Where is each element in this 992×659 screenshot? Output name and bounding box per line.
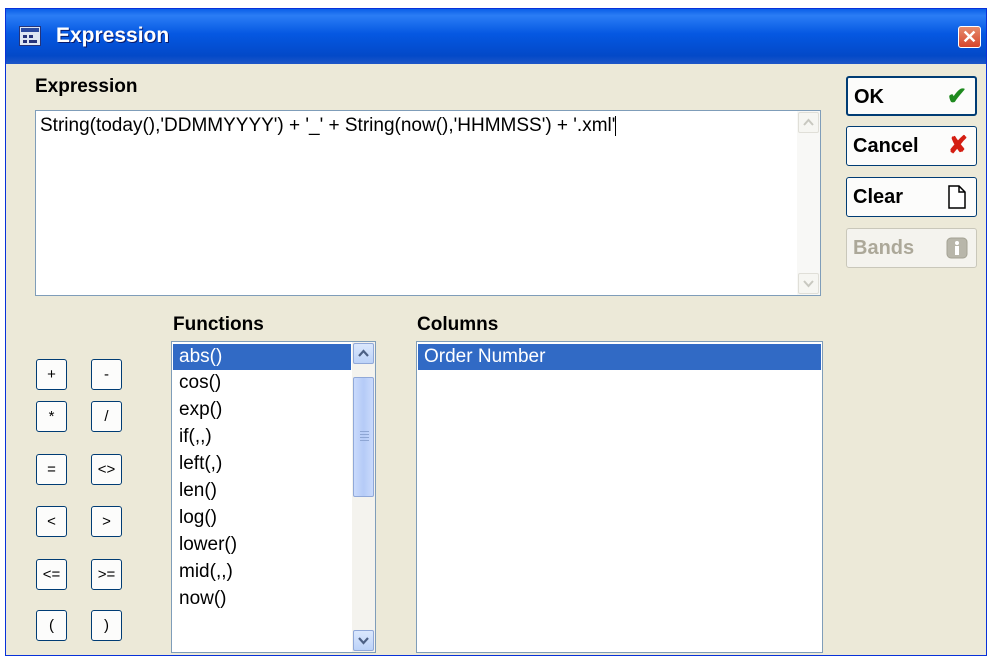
minus-button[interactable]: -: [91, 359, 122, 390]
divide-button[interactable]: /: [91, 401, 122, 432]
list-item[interactable]: now(): [173, 586, 351, 612]
clear-label: Clear: [853, 186, 904, 208]
functions-label: Functions: [173, 314, 264, 335]
list-item[interactable]: abs(): [173, 344, 351, 370]
scroll-thumb[interactable]: [353, 377, 374, 497]
clear-button[interactable]: Clear: [846, 177, 977, 217]
blank-page-icon: [948, 185, 966, 209]
expression-dialog: Expression ✕ Expression String(today(),'…: [5, 8, 987, 656]
info-icon: [946, 237, 968, 259]
functions-list[interactable]: abs() cos() exp() if(,,) left(,) len() l…: [171, 341, 376, 653]
chevron-up-icon: [803, 118, 814, 126]
open-paren-button[interactable]: (: [36, 610, 67, 641]
cancel-label: Cancel: [853, 135, 919, 157]
cancel-button[interactable]: Cancel ✘: [846, 126, 977, 166]
title-bar[interactable]: Expression ✕: [6, 9, 986, 64]
list-item[interactable]: Order Number: [418, 344, 821, 370]
scroll-down-button[interactable]: [798, 273, 819, 294]
list-item[interactable]: exp(): [173, 397, 351, 423]
expression-label: Expression: [35, 76, 138, 97]
table-icon: [19, 26, 41, 46]
list-item[interactable]: log(): [173, 505, 351, 531]
close-paren-button[interactable]: ): [91, 610, 122, 641]
close-button[interactable]: ✕: [958, 26, 981, 48]
x-icon: ✘: [947, 132, 968, 159]
scroll-up-button[interactable]: [353, 343, 374, 364]
list-item[interactable]: len(): [173, 478, 351, 504]
list-item[interactable]: left(,): [173, 451, 351, 477]
list-item[interactable]: cos(): [173, 370, 351, 396]
bands-button[interactable]: Bands: [846, 228, 977, 268]
greater-than-button[interactable]: >: [91, 506, 122, 537]
scroll-up-button[interactable]: [798, 112, 819, 133]
close-icon: ✕: [961, 27, 978, 47]
chevron-down-icon: [803, 280, 814, 288]
expression-scrollbar[interactable]: [797, 111, 820, 295]
checkmark-icon: ✔: [946, 83, 967, 110]
greater-equal-button[interactable]: >=: [91, 559, 122, 590]
list-item[interactable]: if(,,): [173, 424, 351, 450]
less-than-button[interactable]: <: [36, 506, 67, 537]
window-title: Expression: [56, 24, 170, 47]
expression-textarea[interactable]: String(today(),'DDMMYYYY') + '_' + Strin…: [35, 110, 821, 296]
list-item[interactable]: lower(): [173, 532, 351, 558]
list-item[interactable]: mid(,,): [173, 559, 351, 585]
less-equal-button[interactable]: <=: [36, 559, 67, 590]
scroll-down-button[interactable]: [353, 630, 374, 651]
equals-button[interactable]: =: [36, 454, 67, 485]
chevron-down-icon: [358, 637, 369, 645]
functions-scrollbar[interactable]: [352, 342, 375, 652]
columns-label: Columns: [417, 314, 499, 335]
expression-text: String(today(),'DDMMYYYY') + '_' + Strin…: [40, 115, 616, 136]
ok-button[interactable]: OK ✔: [846, 76, 977, 116]
plus-button[interactable]: +: [36, 359, 67, 390]
bands-label: Bands: [853, 237, 915, 259]
chevron-up-icon: [358, 349, 369, 357]
multiply-button[interactable]: *: [36, 401, 67, 432]
columns-list[interactable]: Order Number: [416, 341, 823, 653]
ok-label: OK: [854, 86, 884, 108]
not-equal-button[interactable]: <>: [91, 454, 122, 485]
